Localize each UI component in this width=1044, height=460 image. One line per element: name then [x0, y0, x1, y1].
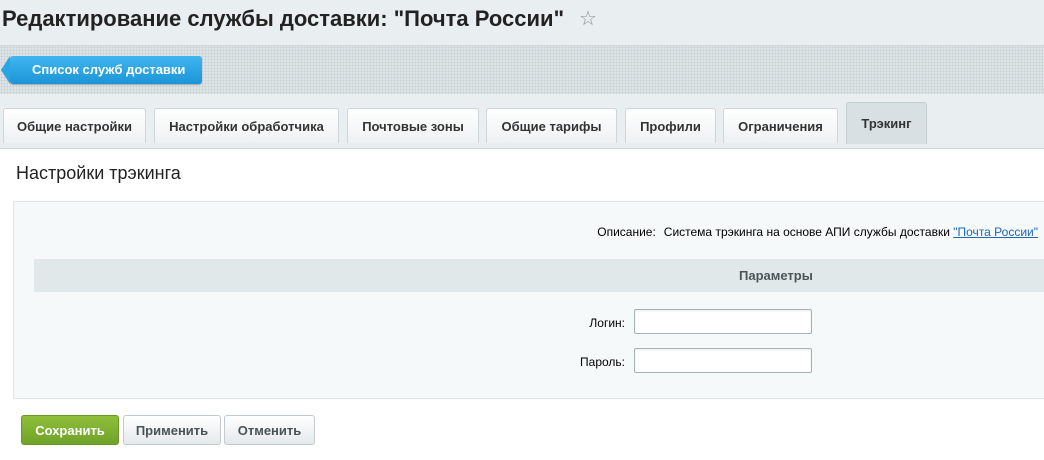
tab-postal-zones[interactable]: Почтовые зоны — [347, 108, 479, 143]
tab-handler-settings[interactable]: Настройки обработчика — [154, 108, 339, 143]
password-input[interactable] — [634, 348, 812, 373]
apply-button[interactable]: Применить — [123, 415, 221, 445]
description-link[interactable]: "Почта России" — [953, 225, 1038, 239]
toolbar: Список служб доставки — [0, 45, 1044, 94]
description-text: Система трэкинга на основе АПИ службы до… — [663, 225, 954, 239]
settings-form: Описание: Система трэкинга на основе АПИ … — [13, 201, 1044, 399]
tab-tracking[interactable]: Трэкинг — [846, 102, 927, 144]
tab-restrictions[interactable]: Ограничения — [723, 108, 838, 143]
title-bar: Редактирование службы доставки: "Почта Р… — [0, 0, 1044, 45]
params-header: Параметры — [34, 259, 1044, 292]
tab-bar: Общие настройки Настройки обработчика По… — [0, 102, 1044, 149]
tab-general-settings[interactable]: Общие настройки — [3, 108, 146, 143]
tracking-panel: Настройки трэкинга Описание: Система трэк… — [0, 148, 1044, 460]
tab-profiles[interactable]: Профили — [625, 108, 716, 143]
description-label: Описание: — [597, 225, 656, 239]
login-label: Логин: — [589, 316, 625, 330]
star-icon[interactable]: ☆ — [579, 6, 597, 31]
section-title: Настройки трэкинга — [16, 163, 181, 183]
delivery-list-button[interactable]: Список служб доставки — [0, 56, 203, 84]
params-title: Параметры — [739, 268, 813, 283]
description-row: Описание: Система трэкинга на основе АПИ … — [597, 225, 1038, 239]
login-input[interactable] — [634, 309, 812, 334]
password-label: Пароль: — [580, 355, 625, 369]
save-button[interactable]: Сохранить — [21, 415, 119, 445]
cancel-button[interactable]: Отменить — [224, 415, 315, 445]
page-title: Редактирование службы доставки: "Почта Р… — [2, 6, 564, 31]
tab-common-tariffs[interactable]: Общие тарифы — [486, 108, 617, 143]
